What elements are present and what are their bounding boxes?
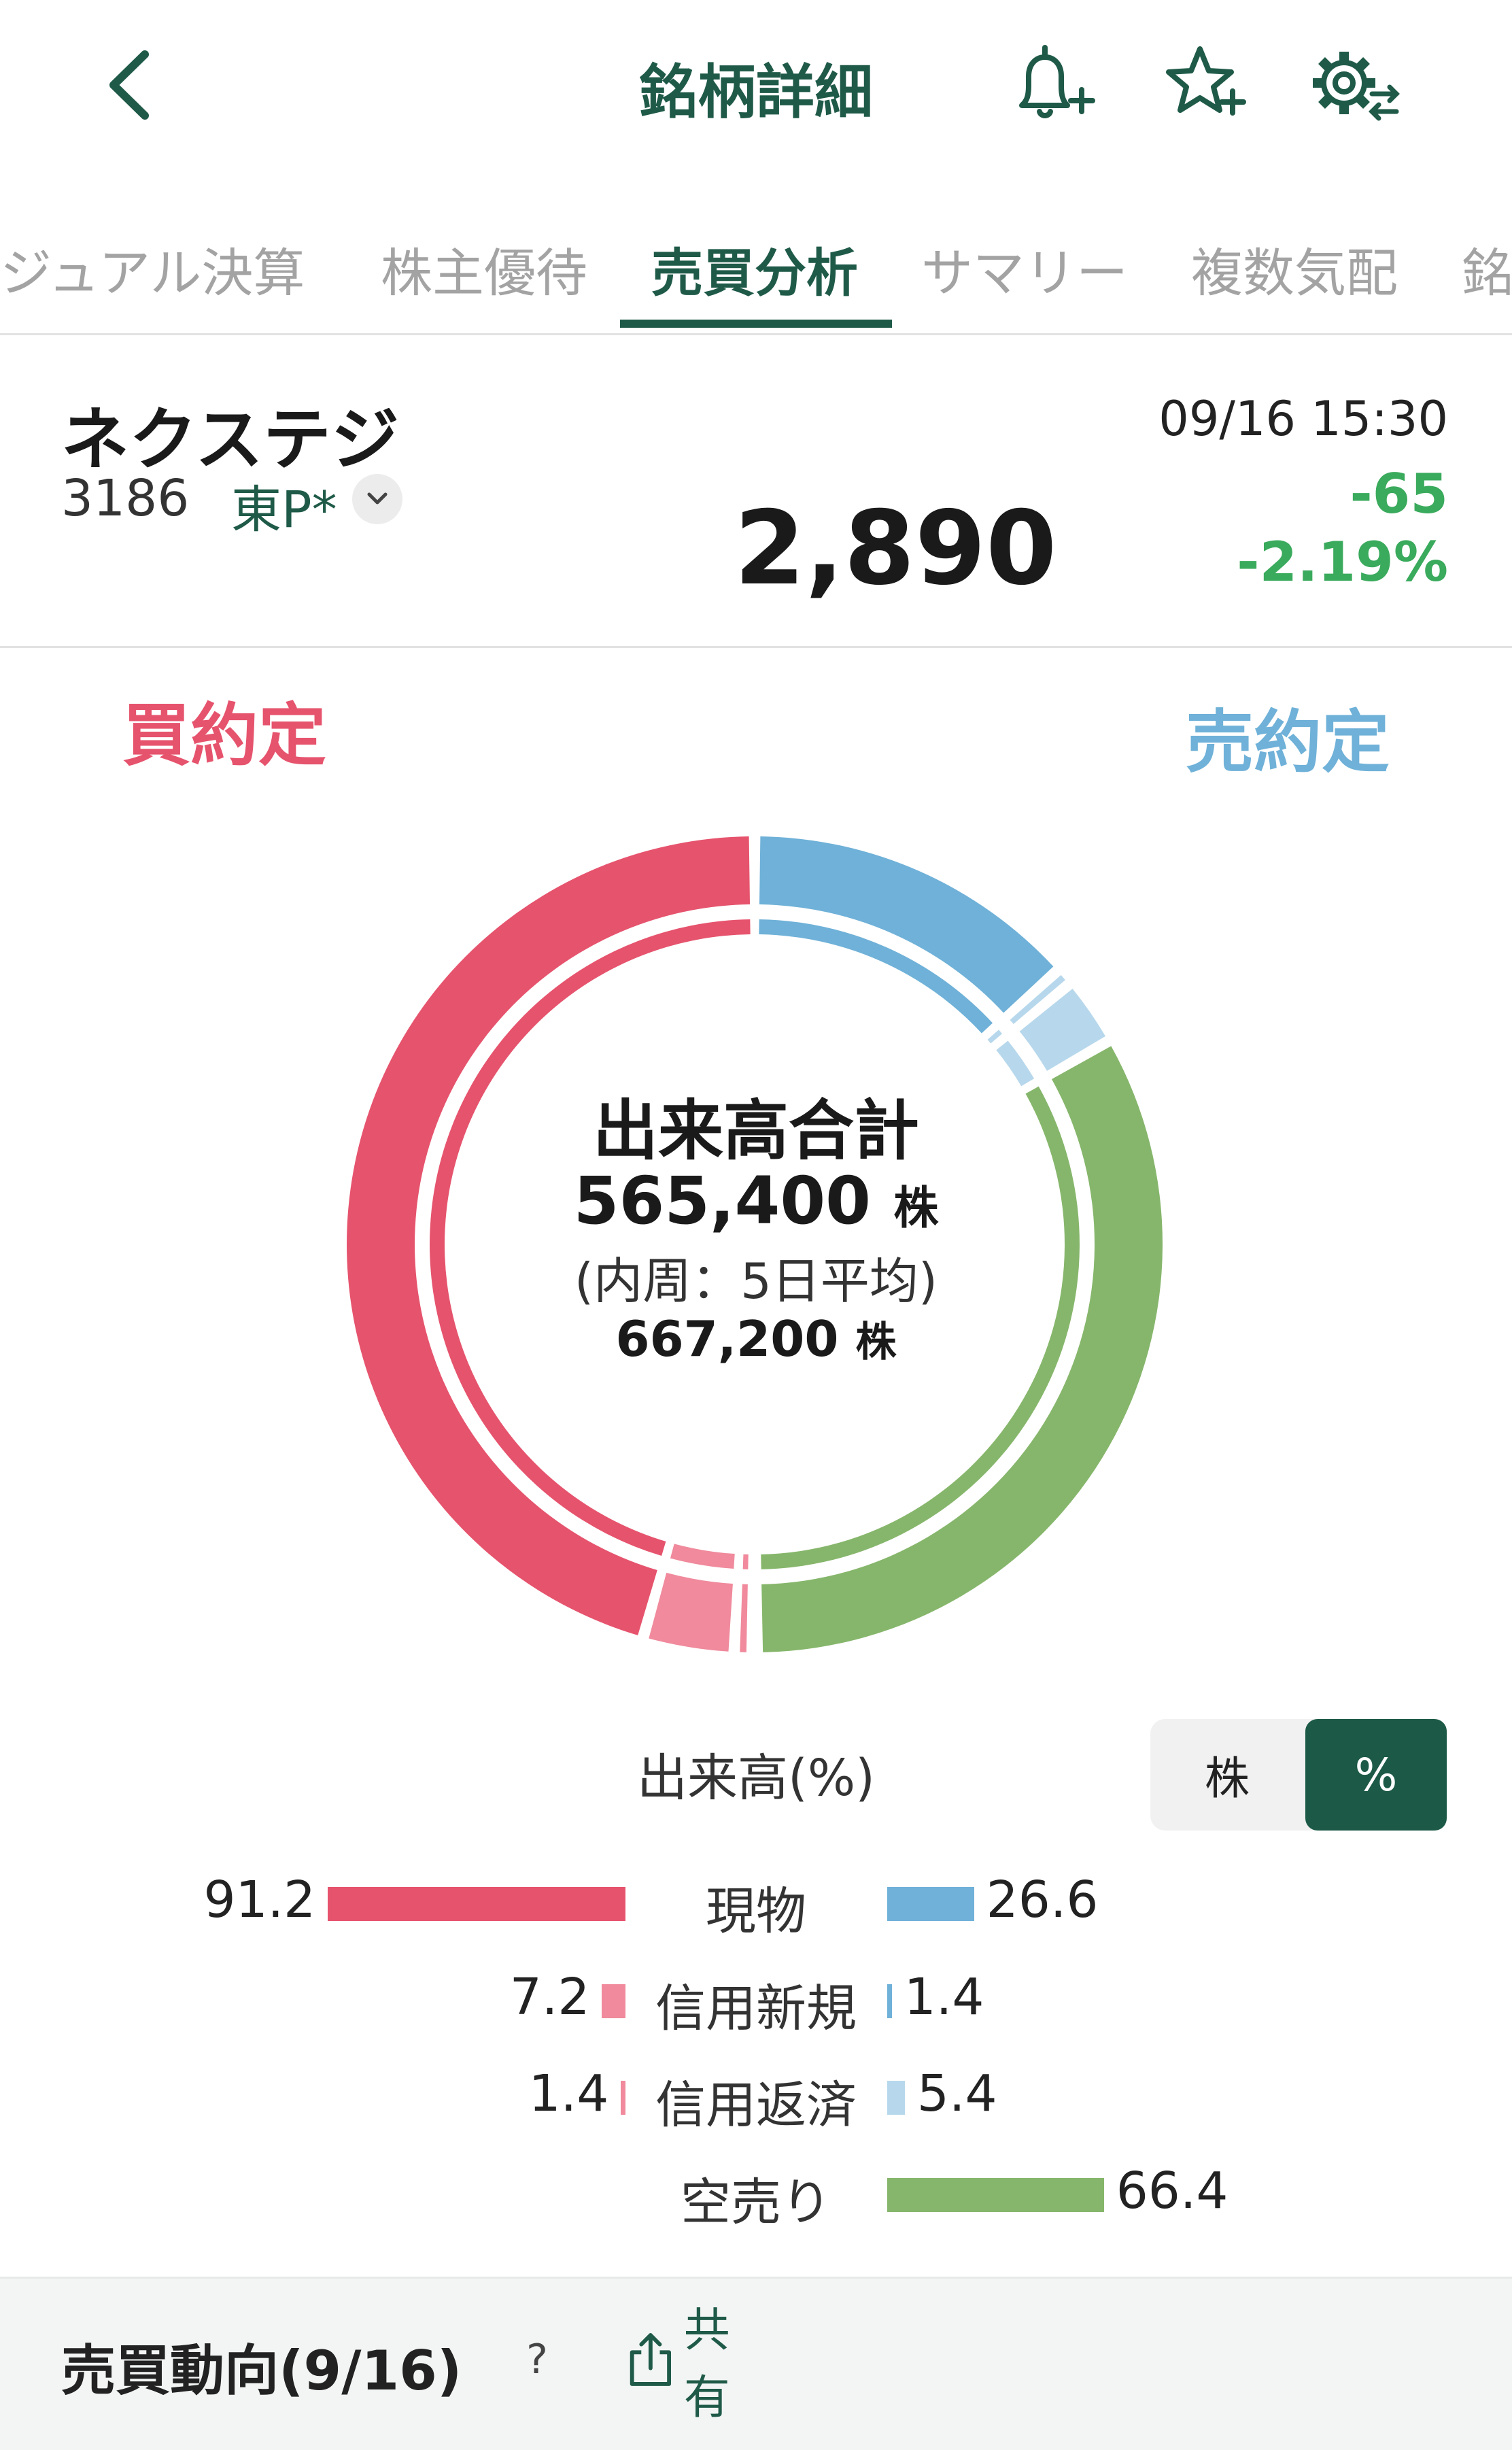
bell-plus-icon bbox=[1019, 45, 1095, 118]
gear-swap-icon bbox=[1313, 52, 1400, 121]
tab-summary[interactable]: サマリー bbox=[921, 231, 1128, 306]
tab-multi-quote[interactable]: 複数気配 bbox=[1191, 231, 1398, 306]
tab-trade-analysis[interactable]: 売買分析 bbox=[651, 231, 858, 306]
add-favorite-button[interactable] bbox=[1156, 37, 1251, 133]
sell-value-label: 26.6 bbox=[986, 1871, 1099, 1929]
total-volume-value: 565,400 株 bbox=[0, 1163, 1512, 1239]
market-label[interactable]: 東P* bbox=[231, 469, 337, 542]
sell-value-label: 66.4 bbox=[1116, 2162, 1228, 2220]
buy-bar bbox=[602, 1984, 625, 2018]
tab-more[interactable]: 銘 bbox=[1462, 231, 1512, 306]
price-change: -65 bbox=[1350, 462, 1448, 526]
category-label: 現物 bbox=[706, 1882, 806, 1941]
stock-name: ネクステジ bbox=[61, 400, 399, 479]
share-icon bbox=[630, 2333, 672, 2386]
current-price: 2,890 bbox=[734, 490, 1057, 608]
share-button[interactable]: 共有 bbox=[624, 2304, 774, 2425]
inner-ring-caption: (内周：5日平均) bbox=[574, 1253, 938, 1310]
share-label: 共有 bbox=[683, 2304, 730, 2425]
sell-bar bbox=[887, 2178, 1104, 2212]
stock-code: 3186 bbox=[61, 469, 190, 528]
help-button[interactable]: ? bbox=[503, 2326, 571, 2394]
category-label: 空売り bbox=[681, 2173, 831, 2232]
toggle-shares-button[interactable]: 株 bbox=[1150, 1719, 1304, 1831]
inner-ring-sell-margin-new-segment bbox=[987, 1030, 1003, 1044]
average-volume-number: 667,200 bbox=[615, 1310, 839, 1367]
total-volume-title: 出来高合計 bbox=[593, 1093, 919, 1169]
outer-ring-buy-margin-new-segment bbox=[649, 1572, 733, 1652]
sell-value-label: 5.4 bbox=[916, 2064, 997, 2123]
sell-trades-label: 売約定 bbox=[1186, 702, 1390, 782]
inner-ring-buy-margin-repay-segment bbox=[742, 1554, 749, 1569]
buy-value-label: 7.2 bbox=[509, 1968, 590, 2026]
total-volume-unit: 株 bbox=[893, 1182, 939, 1234]
page-title: 銘柄詳細 bbox=[639, 58, 873, 126]
average-volume-value: 667,200 株 bbox=[0, 1309, 1512, 1368]
buy-bar bbox=[328, 1887, 625, 1921]
display-settings-button[interactable] bbox=[1307, 37, 1402, 133]
sell-bar bbox=[887, 2081, 905, 2115]
add-alert-button[interactable] bbox=[1006, 37, 1101, 133]
outer-ring-buy-margin-repay-segment bbox=[740, 1584, 748, 1652]
price-datetime: 09/16 15:30 bbox=[1158, 391, 1448, 447]
category-label: 信用返済 bbox=[655, 2076, 857, 2134]
divider bbox=[0, 646, 1512, 648]
buy-value-label: 91.2 bbox=[203, 1871, 316, 1929]
market-select-button[interactable] bbox=[352, 474, 402, 524]
tab-shareholder-benefits[interactable]: 株主優待 bbox=[381, 231, 587, 306]
price-change-percent: -2.19% bbox=[1237, 530, 1448, 594]
tab-active-indicator bbox=[620, 320, 892, 328]
tab-visual-earnings[interactable]: ジュアル決算 bbox=[0, 231, 305, 306]
sell-value-label: 1.4 bbox=[904, 1968, 984, 2026]
buy-value-label: 1.4 bbox=[528, 2064, 609, 2123]
star-plus-icon bbox=[1166, 46, 1246, 116]
buy-trades-label: 買約定 bbox=[122, 696, 326, 775]
toggle-percent-button[interactable]: % bbox=[1305, 1719, 1447, 1831]
category-label: 信用新規 bbox=[655, 1979, 857, 2038]
inner-ring-buy-margin-new-segment bbox=[670, 1544, 735, 1569]
sell-bar bbox=[887, 1984, 892, 2018]
sell-bar bbox=[887, 1887, 974, 1921]
buy-bar bbox=[621, 2081, 625, 2115]
tab-bar: ジュアル決算 株主優待 売買分析 サマリー 複数気配 銘 bbox=[0, 204, 1512, 335]
trade-trend-title: 売買動向(9/16) bbox=[61, 2339, 462, 2402]
chevron-down-icon bbox=[367, 492, 388, 505]
average-volume-unit: 株 bbox=[855, 1318, 897, 1366]
total-volume-number: 565,400 bbox=[573, 1163, 871, 1239]
